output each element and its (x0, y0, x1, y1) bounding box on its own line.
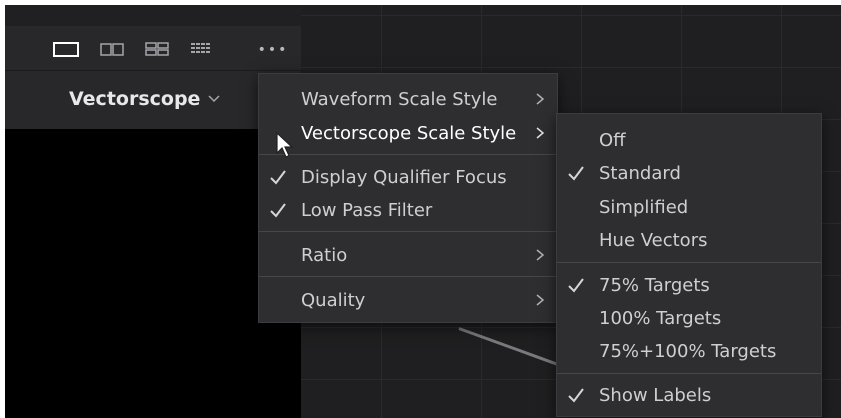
menu-item-quality[interactable]: Quality (259, 285, 557, 315)
submenu-item-75-targets[interactable]: 75% Targets (557, 270, 821, 300)
menu-separator (557, 373, 821, 374)
submenu-item-hue-vectors[interactable]: Hue Vectors (557, 225, 821, 255)
chevron-down-icon (208, 95, 220, 103)
scope-title: Vectorscope (69, 88, 201, 110)
menu-separator (259, 231, 557, 232)
checkmark-icon (270, 170, 286, 185)
menu-item-ratio[interactable]: Ratio (259, 240, 557, 270)
chevron-right-icon (536, 294, 545, 306)
quad-view-button[interactable] (142, 39, 172, 59)
menu-item-label: Ratio (301, 244, 348, 266)
checkmark-icon (568, 166, 584, 181)
menu-item-waveform-scale-style[interactable]: Waveform Scale Style (259, 84, 557, 114)
chevron-right-icon (536, 93, 545, 105)
vectorscope-scale-style-submenu: Off Standard Simplified Hue Vectors 75% … (556, 113, 822, 417)
scope-panel: ••• Vectorscope (5, 26, 301, 418)
menu-item-label: Waveform Scale Style (301, 88, 498, 110)
app-frame: ••• Vectorscope Waveform Scale Style Vec… (5, 5, 841, 418)
submenu-item-label: 75%+100% Targets (599, 340, 777, 362)
submenu-item-label: 100% Targets (599, 307, 722, 329)
submenu-item-label: Show Labels (599, 384, 712, 406)
mouse-pointer-icon (276, 131, 294, 158)
single-view-button[interactable] (51, 39, 81, 59)
quad-view-icon (145, 42, 169, 56)
scope-viewer (5, 129, 301, 418)
dual-view-button[interactable] (97, 39, 127, 59)
submenu-item-standard[interactable]: Standard (557, 158, 821, 188)
checkmark-icon (270, 203, 286, 218)
submenu-item-simplified[interactable]: Simplified (557, 192, 821, 222)
menu-separator (259, 154, 557, 155)
dual-view-icon (100, 43, 124, 56)
menu-separator (259, 276, 557, 277)
submenu-item-label: Off (599, 129, 626, 151)
grid-view-icon (191, 43, 210, 53)
submenu-item-label: Simplified (599, 196, 689, 218)
scope-toolbar: ••• (5, 26, 301, 71)
submenu-item-100-targets[interactable]: 100% Targets (557, 303, 821, 333)
single-view-icon (53, 42, 79, 57)
chevron-right-icon (536, 249, 545, 261)
menu-item-label: Low Pass Filter (301, 199, 433, 221)
checkmark-icon (568, 388, 584, 403)
chevron-right-icon (536, 127, 545, 139)
grid-view-button[interactable] (186, 39, 216, 59)
menu-item-vectorscope-scale-style[interactable]: Vectorscope Scale Style (259, 118, 557, 148)
submenu-item-label: Standard (599, 162, 681, 184)
submenu-item-off[interactable]: Off (557, 125, 821, 155)
menu-item-low-pass-filter[interactable]: Low Pass Filter (259, 195, 557, 225)
menu-item-label: Vectorscope Scale Style (301, 122, 517, 144)
submenu-item-75-100-targets[interactable]: 75%+100% Targets (557, 336, 821, 366)
submenu-item-label: Hue Vectors (599, 229, 708, 251)
menu-item-label: Display Qualifier Focus (301, 166, 507, 188)
options-menu: Waveform Scale Style Vectorscope Scale S… (258, 73, 558, 323)
checkmark-icon (568, 278, 584, 293)
menu-item-display-qualifier-focus[interactable]: Display Qualifier Focus (259, 162, 557, 192)
menu-separator (557, 262, 821, 263)
menu-item-label: Quality (301, 289, 366, 311)
submenu-item-show-labels[interactable]: Show Labels (557, 380, 821, 410)
more-options-button[interactable]: ••• (253, 42, 293, 58)
submenu-item-label: 75% Targets (599, 274, 710, 296)
scope-selector[interactable]: Vectorscope (5, 71, 301, 129)
